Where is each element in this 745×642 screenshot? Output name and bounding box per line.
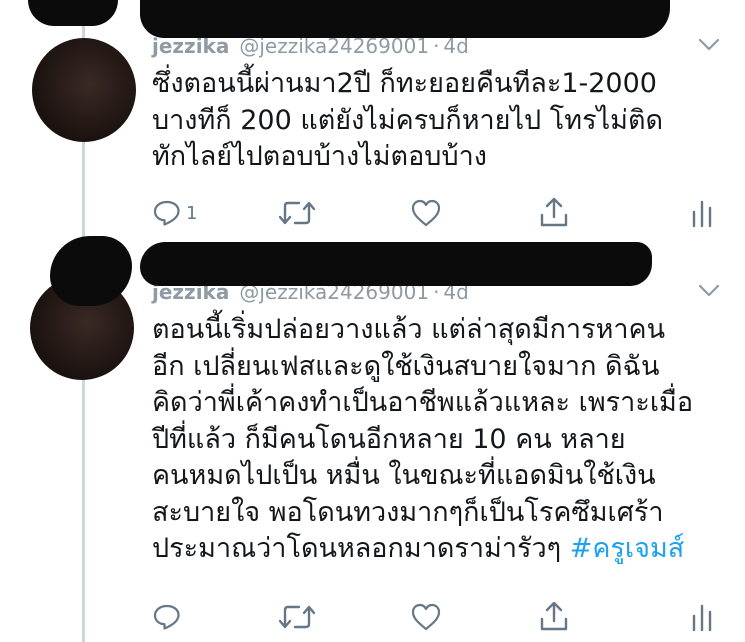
- reply-button[interactable]: [152, 600, 186, 634]
- share-icon: [540, 197, 568, 227]
- reply-icon: [153, 604, 180, 630]
- redaction-mark: [140, 0, 670, 38]
- tweet-actions: [0, 600, 745, 640]
- avatar[interactable]: [32, 38, 136, 142]
- reply-icon: [153, 200, 180, 226]
- share-button[interactable]: [538, 196, 570, 230]
- reply-button[interactable]: 1: [152, 196, 197, 230]
- like-button[interactable]: [410, 600, 442, 634]
- retweet-icon: [278, 201, 316, 225]
- analytics-icon: [692, 200, 712, 228]
- chevron-down-icon[interactable]: [698, 284, 720, 298]
- tweet-text: ตอนนี้เริ่มปล่อยวางแล้ว แต่ล่าสุดมีการหา…: [152, 312, 732, 568]
- redaction-mark: [28, 0, 118, 26]
- like-button[interactable]: [410, 196, 442, 230]
- tweet[interactable]: jezzika @jezzika24269001 · 4d ตอนนี้เริ่มปล…: [0, 236, 745, 642]
- reply-count: 1: [186, 202, 198, 224]
- analytics-button[interactable]: [690, 196, 714, 230]
- tweet-text: ซึ่งตอนนี้ผ่านมา2ปี ก็ทะยอยคืนทีละ1-2000…: [152, 68, 664, 172]
- heart-icon: [411, 199, 441, 227]
- tweet-actions: 1: [0, 196, 745, 236]
- heart-icon: [411, 603, 441, 631]
- share-icon: [540, 601, 568, 631]
- analytics-button[interactable]: [690, 600, 714, 634]
- retweet-icon: [278, 605, 316, 629]
- redaction-mark: [140, 242, 652, 286]
- analytics-icon: [692, 604, 712, 632]
- hashtag-link[interactable]: #ครูเจมส์: [570, 533, 685, 564]
- retweet-button[interactable]: [277, 600, 317, 634]
- tweet-body: ตอนนี้เริ่มปล่อยวางแล้ว แต่ล่าสุดมีการหา…: [152, 314, 694, 564]
- tweet[interactable]: jezzika @jezzika24269001 · 4d ซึ่งตอนนี้ผ่า…: [0, 0, 745, 240]
- retweet-button[interactable]: [277, 196, 317, 230]
- share-button[interactable]: [538, 600, 570, 634]
- chevron-down-icon[interactable]: [698, 38, 720, 52]
